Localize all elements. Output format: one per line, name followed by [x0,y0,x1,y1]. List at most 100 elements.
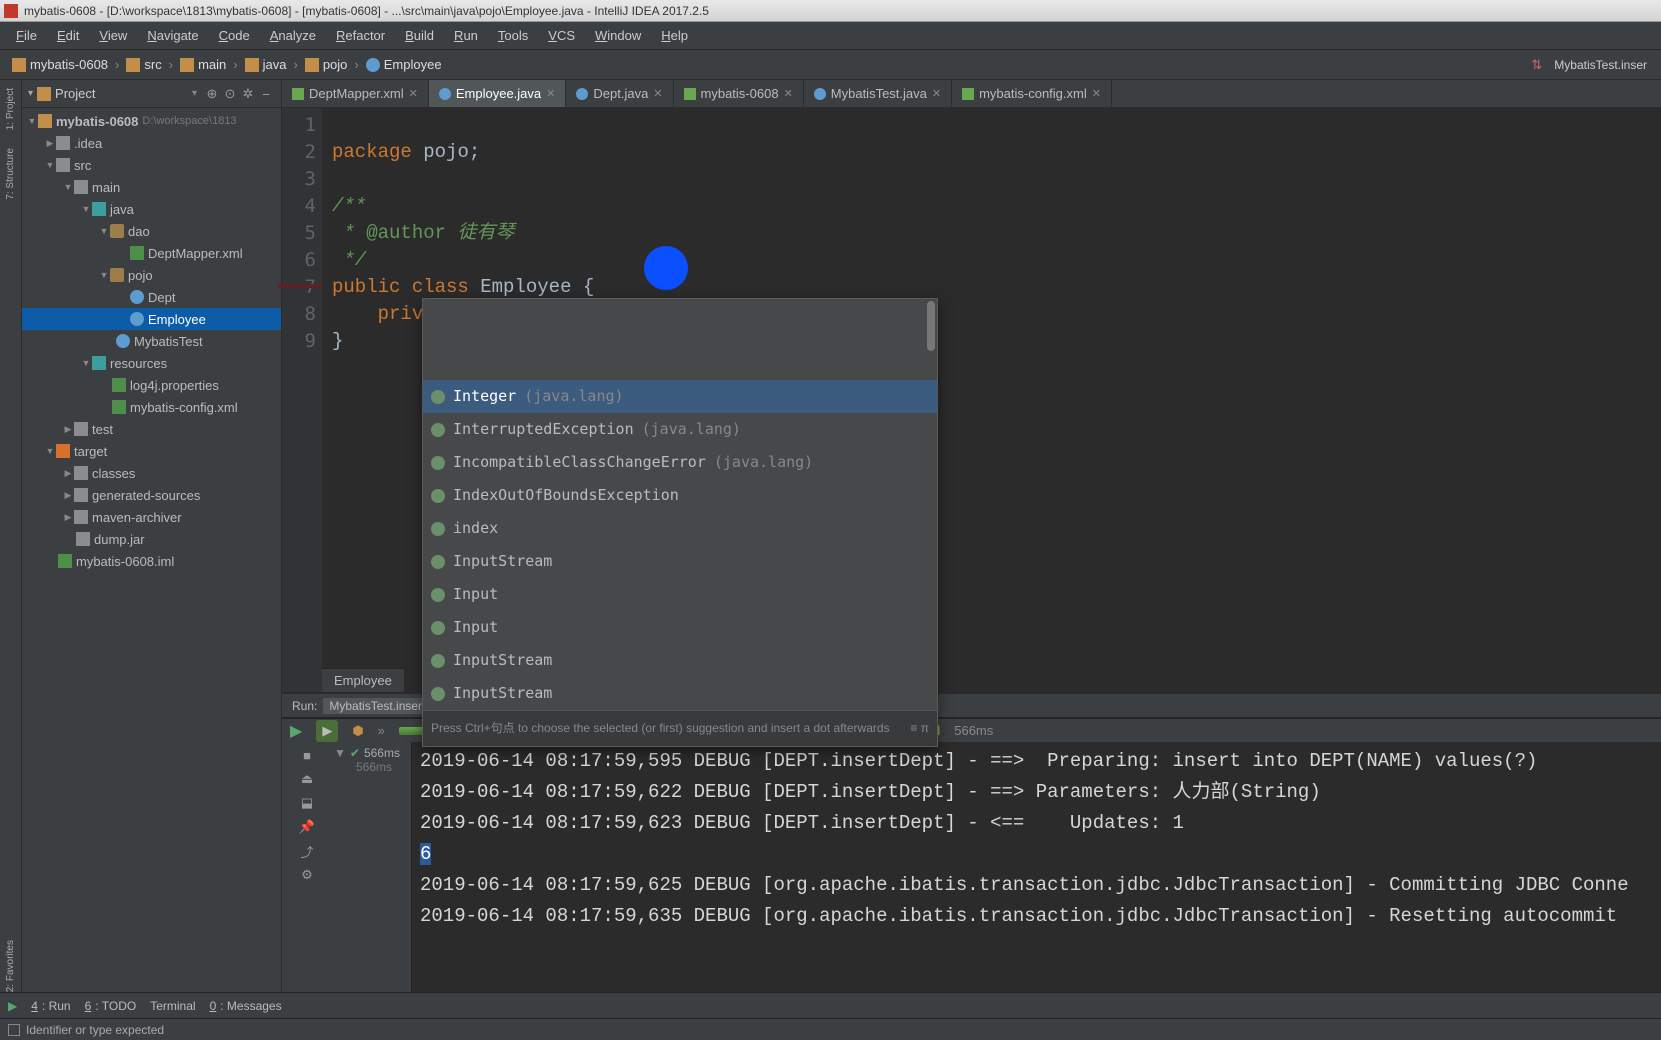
run-again-icon[interactable]: ▶ [316,720,338,742]
tree-item[interactable]: ▼resources [22,352,281,374]
tree-item[interactable]: mybatis-config.xml [22,396,281,418]
menu-help[interactable]: Help [651,24,698,47]
close-icon[interactable]: ✕ [546,87,555,100]
tree-item[interactable]: log4j.properties [22,374,281,396]
scrollbar[interactable] [927,301,935,351]
editor-tab[interactable]: MybatisTest.java✕ [804,80,952,107]
menu-vcs[interactable]: VCS [538,24,585,47]
tree-item[interactable]: Dept [22,286,281,308]
console-output[interactable]: 2019-06-14 08:17:59,595 DEBUG [DEPT.inse… [412,742,1661,992]
settings-icon[interactable]: ⚙ [298,866,316,884]
breadcrumb-item[interactable]: pojo [301,55,352,74]
completion-item[interactable]: IncompatibleClassChangeError (java.lang) [423,446,937,479]
menu-window[interactable]: Window [585,24,651,47]
editor-body[interactable]: 123456789 package pojo; /** * @author 徒有… [282,108,1661,692]
close-icon[interactable]: ✕ [409,87,418,100]
collapse-icon[interactable]: ⊕ [204,86,220,102]
bottom-tool-tab[interactable]: 6: TODO [85,999,137,1013]
breadcrumb-item[interactable]: src [122,55,165,74]
completion-item[interactable]: Input [423,611,937,644]
tree-root[interactable]: ▼mybatis-0608D:\workspace\1813 [22,110,281,132]
breadcrumb-item[interactable]: main [176,55,230,74]
completion-item[interactable]: InputStream [423,677,937,710]
run-indicator-icon[interactable]: ▶ [8,999,17,1013]
breadcrumb-item[interactable]: Employee [362,55,446,74]
completion-item[interactable]: index [423,512,937,545]
popup-resize-icon[interactable]: ≡ π [910,715,929,742]
toggle-icon[interactable]: ⬢ [352,723,363,739]
editor-crumb[interactable]: Employee [322,668,404,692]
editor-tab[interactable]: DeptMapper.xml✕ [282,80,429,107]
code-area[interactable]: package pojo; /** * @author 徒有琴 */ publi… [322,108,1661,692]
tree-item-selected[interactable]: Employee [22,308,281,330]
tool-favorites[interactable]: 2: Favorites [5,940,16,992]
tree-item[interactable]: ▼main [22,176,281,198]
panel-dd-icon[interactable]: ▾ [192,88,197,99]
menu-build[interactable]: Build [395,24,444,47]
layout-icon[interactable]: ⬓ [298,794,316,812]
completion-item[interactable]: InterruptedException (java.lang) [423,413,937,446]
tree-item[interactable]: ▼pojo [22,264,281,286]
menu-code[interactable]: Code [209,24,260,47]
tool-project[interactable]: 1: Project [5,88,16,130]
more-icon[interactable]: » [378,723,385,738]
completion-item[interactable]: IndexOutOfBoundsException [423,479,937,512]
editor-tab[interactable]: Employee.java✕ [429,80,567,107]
bottom-tool-tab[interactable]: Terminal [150,999,195,1013]
panel-dropdown-icon[interactable]: ▾ [28,88,33,99]
menu-analyze[interactable]: Analyze [260,24,326,47]
completion-item[interactable]: Integer (java.lang) [423,380,937,413]
nav-recent[interactable]: MybatisTest.inser [1548,56,1653,74]
tree-item[interactable]: MybatisTest [22,330,281,352]
export-icon[interactable]: ⤴ [298,842,316,860]
tree-item[interactable]: ▶test [22,418,281,440]
tree-label: classes [92,466,135,481]
pin-icon[interactable]: 📌 [298,818,316,836]
tree-item[interactable]: ▶.idea [22,132,281,154]
completion-item[interactable]: InputStream [423,644,937,677]
locate-icon[interactable]: ⊙ [222,86,238,102]
project-tree[interactable]: ▼mybatis-0608D:\workspace\1813 ▶.idea ▼s… [22,108,281,992]
nav-indicator-icon[interactable]: ⇅ [1531,57,1542,73]
breadcrumb-item[interactable]: java [241,55,291,74]
menu-tools[interactable]: Tools [488,24,538,47]
menu-edit[interactable]: Edit [47,24,89,47]
tree-item[interactable]: ▶generated-sources [22,484,281,506]
tree-item[interactable]: mybatis-0608.iml [22,550,281,572]
editor-tab[interactable]: Dept.java✕ [566,80,673,107]
close-icon[interactable]: ✕ [784,87,793,100]
completion-item[interactable]: InputStream [423,545,937,578]
run-config[interactable]: MybatisTest.insert [323,698,431,714]
hide-icon[interactable]: ⎯ [258,86,274,102]
exit-icon[interactable]: ⏏ [298,770,316,788]
rerun-icon[interactable]: ▶ [290,721,302,741]
status-box-icon[interactable] [8,1024,20,1036]
tree-item[interactable]: ▼src [22,154,281,176]
editor-tab[interactable]: mybatis-0608✕ [674,80,804,107]
tool-structure[interactable]: 7: Structure [5,148,16,200]
test-tree[interactable]: ▼✔566ms 566ms [332,742,412,992]
close-icon[interactable]: ✕ [932,87,941,100]
menu-navigate[interactable]: Navigate [137,24,208,47]
menu-run[interactable]: Run [444,24,488,47]
tree-item[interactable]: ▶maven-archiver [22,506,281,528]
close-icon[interactable]: ✕ [653,87,662,100]
settings-icon[interactable]: ✲ [240,86,256,102]
menu-file[interactable]: File [6,24,47,47]
tree-item[interactable]: ▼target [22,440,281,462]
close-icon[interactable]: ✕ [1092,87,1101,100]
editor-tab[interactable]: mybatis-config.xml✕ [952,80,1112,107]
tree-item[interactable]: ▼dao [22,220,281,242]
bottom-tool-tab[interactable]: 4: Run [31,999,70,1013]
completion-popup[interactable]: Integer (java.lang)InterruptedException … [422,298,938,747]
breadcrumb-item[interactable]: mybatis-0608 [8,55,112,74]
tree-item[interactable]: ▼java [22,198,281,220]
tree-item[interactable]: ▶classes [22,462,281,484]
menu-refactor[interactable]: Refactor [326,24,395,47]
menu-view[interactable]: View [89,24,137,47]
tree-item[interactable]: dump.jar [22,528,281,550]
bottom-tool-tab[interactable]: 0: Messages [210,999,282,1013]
completion-item[interactable]: Input [423,578,937,611]
tree-item[interactable]: DeptMapper.xml [22,242,281,264]
stop-icon[interactable]: ■ [298,746,316,764]
